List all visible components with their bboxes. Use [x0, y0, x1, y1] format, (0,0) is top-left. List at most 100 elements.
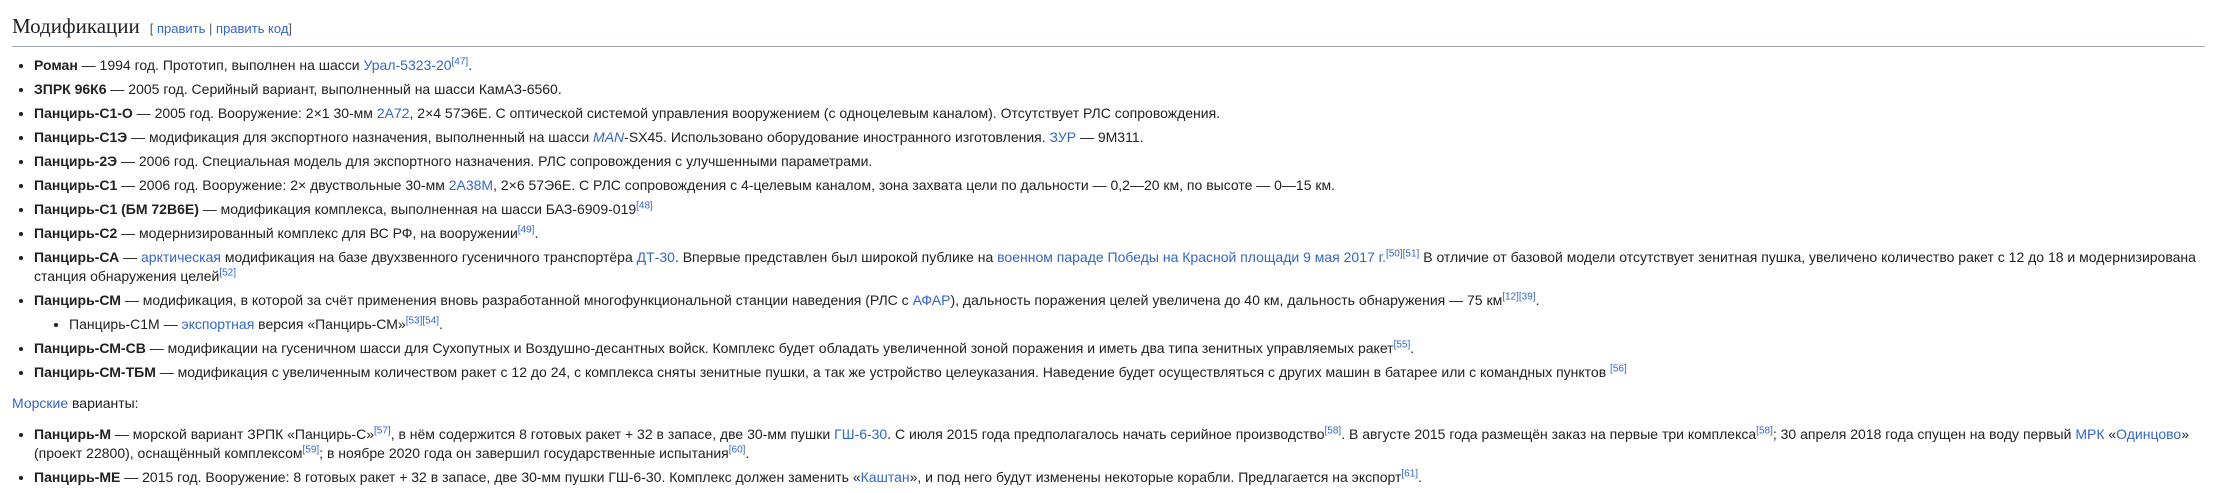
item-text: ; 30 апреля 2018 года спущен на воду пер…: [1772, 426, 2076, 442]
edit-bracket-open: [: [149, 21, 154, 36]
reference-link[interactable]: [53][54]: [406, 315, 439, 326]
wiki-link[interactable]: экспортная: [182, 316, 255, 332]
page: Модификации [ править | править код] Рома…: [0, 0, 2217, 487]
item-title: Панцирь-СМ-СВ: [34, 340, 146, 356]
list-item: Роман — 1994 год. Прототип, выполнен на …: [34, 56, 2205, 75]
reference-link[interactable]: [49]: [518, 224, 535, 235]
item-text: — 2005 год. Вооружение: 2×1 30-мм: [132, 105, 377, 121]
naval-intro: Морские варианты:: [12, 394, 2205, 413]
item-text: — морской вариант ЗРПК «Панцирь-С»: [111, 426, 374, 442]
item-text: — модификация для экспортного назначения…: [127, 129, 594, 145]
edit-section-links: [ править | править код]: [150, 21, 292, 36]
intro-text: варианты:: [68, 395, 139, 411]
item-text: ; в ноябре 2020 года он завершил государ…: [319, 445, 729, 461]
reference-link[interactable]: [52]: [219, 267, 236, 278]
item-text: — 2006 год. Вооружение: 2× двуствольные …: [117, 177, 449, 193]
item-title: Панцирь-СА: [34, 249, 120, 265]
item-text: — модификация с увеличенным количеством …: [155, 364, 1611, 380]
sub-list: Панцирь-С1М — экспортная версия «Панцирь…: [69, 315, 2205, 334]
item-text: — модификация комплекса, выполненная на …: [198, 201, 637, 217]
reference-link[interactable]: [61]: [1401, 468, 1418, 479]
wiki-link[interactable]: 2А38М: [449, 177, 493, 193]
wiki-link[interactable]: военном параде Победы на Красной площади…: [997, 249, 1386, 265]
item-title: Панцирь-2Э: [34, 153, 118, 169]
reference-link[interactable]: [55]: [1394, 339, 1411, 350]
list-item: Панцирь-СМ-ТБМ — модификация с увеличенн…: [34, 363, 2205, 382]
reference-link[interactable]: [48]: [636, 200, 653, 211]
item-text: —: [119, 249, 141, 265]
reference-link[interactable]: [59]: [302, 444, 319, 455]
item-text: . В августе 2015 года размещён заказ на …: [1341, 426, 1757, 442]
list-item: Панцирь-2Э — 2006 год. Специальная модел…: [34, 152, 2205, 171]
item-title: Панцирь-С1-О: [34, 105, 133, 121]
reference-link[interactable]: [50][51]: [1386, 248, 1419, 259]
list-item: Панцирь-С1-О — 2005 год. Вооружение: 2×1…: [34, 104, 2205, 123]
item-text: -SX45. Использовано оборудование иностра…: [624, 129, 1050, 145]
wiki-link[interactable]: Морские: [12, 395, 68, 411]
wiki-link[interactable]: арктическая: [141, 249, 221, 265]
sub-list-item: Панцирь-С1М — экспортная версия «Панцирь…: [69, 315, 2205, 334]
item-text: , 2×6 57Э6Е. С РЛС сопровождения с 4-цел…: [493, 177, 1336, 193]
item-title: Панцирь-С1Э: [34, 129, 128, 145]
item-title: ЗПРК 96К6: [34, 81, 107, 97]
wiki-link-text: MAN: [593, 129, 625, 145]
list-item: Панцирь-С1Э — модификация для экспортног…: [34, 128, 2205, 147]
item-text: , в нём содержится 8 готовых ракет + 32 …: [390, 426, 835, 442]
edit-link[interactable]: править: [157, 21, 205, 36]
list-item: Панцирь-С1 (БМ 72В6Е) — модификация комп…: [34, 200, 2205, 219]
item-text: ), дальность поражения целей увеличена д…: [950, 292, 1503, 308]
list-item: ЗПРК 96К6 — 2005 год. Серийный вариант, …: [34, 80, 2205, 99]
naval-list: Панцирь-М — морской вариант ЗРПК «Панцир…: [34, 425, 2205, 487]
list-item: Панцирь-СМ — модификация, в которой за с…: [34, 291, 2205, 334]
item-title: Панцирь-МЕ: [34, 469, 121, 485]
item-text: — модификации на гусеничном шасси для Су…: [145, 340, 1394, 356]
item-title: Панцирь-С1 (БМ 72В6Е): [34, 201, 199, 217]
wiki-link[interactable]: Урал-5323-20: [363, 57, 451, 73]
item-title: Панцирь-С2: [34, 225, 118, 241]
wiki-link[interactable]: АФАР: [913, 292, 951, 308]
list-item: Панцирь-С2 — модернизированный комплекс …: [34, 224, 2205, 243]
item-text: .: [1410, 340, 1415, 356]
item-text: .: [534, 225, 539, 241]
item-text: — 1994 год. Прототип, выполнен на шасси: [77, 57, 364, 73]
item-text: .: [468, 57, 473, 73]
list-item: Панцирь-СА — арктическая модификация на …: [34, 248, 2205, 286]
item-title: Роман: [34, 57, 78, 73]
reference-link[interactable]: [58]: [1325, 425, 1342, 436]
wiki-link[interactable]: Каштан: [861, 469, 910, 485]
item-title: Панцирь-М: [34, 426, 111, 442]
item-text: .: [1535, 292, 1540, 308]
wiki-link[interactable]: ГШ-6-30: [834, 426, 887, 442]
wiki-link[interactable]: ЗУР: [1050, 129, 1077, 145]
item-text: .: [745, 445, 750, 461]
edit-code-link[interactable]: править код: [216, 21, 288, 36]
reference-link[interactable]: [57]: [374, 425, 391, 436]
wiki-link[interactable]: 2А72: [377, 105, 410, 121]
wiki-link[interactable]: МРК: [2075, 426, 2104, 442]
item-text: », и под него будут изменены некоторые к…: [909, 469, 1402, 485]
item-title: Панцирь-С1: [34, 177, 118, 193]
item-text: модификация на базе двухзвенного гусенич…: [220, 249, 637, 265]
reference-link[interactable]: [12][39]: [1502, 291, 1535, 302]
section-heading: Модификации [ править | править код]: [12, 12, 2205, 47]
item-title: Панцирь-СМ-ТБМ: [34, 364, 156, 380]
item-text: «: [2104, 426, 2117, 442]
wiki-link[interactable]: Одинцово: [2116, 426, 2181, 442]
reference-link[interactable]: [60]: [729, 444, 746, 455]
reference-link[interactable]: [58]: [1756, 425, 1773, 436]
item-text: .: [439, 316, 443, 332]
reference-link[interactable]: [47]: [452, 56, 469, 67]
modifications-list: Роман — 1994 год. Прототип, выполнен на …: [34, 56, 2205, 382]
item-text: версия «Панцирь-СМ»: [254, 316, 406, 332]
wiki-link[interactable]: MAN: [593, 129, 624, 145]
item-text: — 9М311.: [1076, 129, 1144, 145]
item-text: . С июля 2015 года предполагалось начать…: [887, 426, 1325, 442]
item-text: .: [1418, 469, 1422, 485]
list-item: Панцирь-СМ-СВ — модификации на гусенично…: [34, 339, 2205, 358]
wiki-link[interactable]: ДТ-30: [637, 249, 675, 265]
edit-bracket-close: ]: [288, 21, 293, 36]
reference-link[interactable]: [56]: [1610, 363, 1627, 374]
section-title: Модификации: [12, 14, 140, 38]
item-text: — 2006 год. Специальная модель для экспо…: [117, 153, 873, 169]
list-item: Панцирь-МЕ — 2015 год. Вооружение: 8 гот…: [34, 468, 2205, 487]
